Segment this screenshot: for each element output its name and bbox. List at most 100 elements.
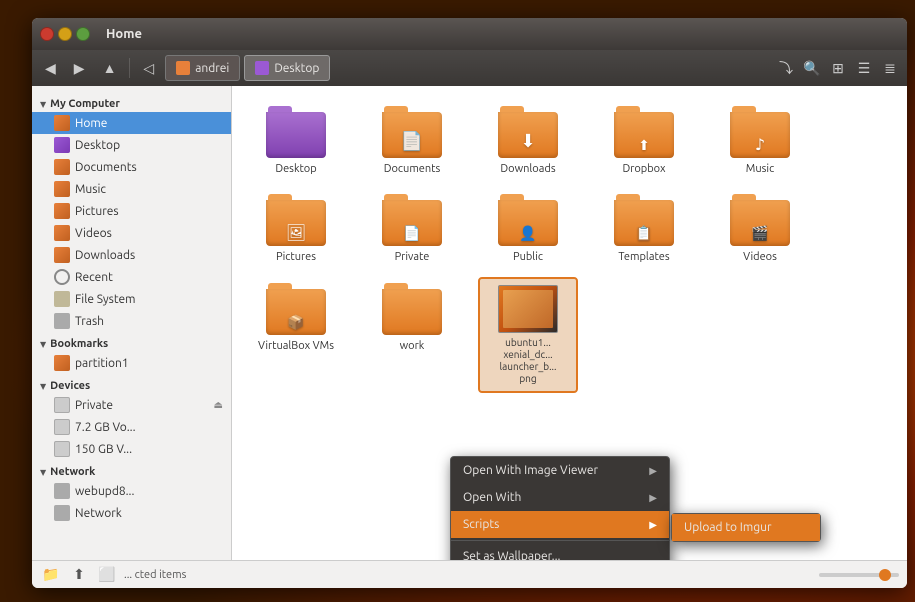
sidebar-item-72gb-label: 7.2 GB Vo... [75, 421, 136, 434]
folder-body: 📄 [382, 112, 442, 158]
downloads-folder-icon: ⬇ [498, 106, 558, 158]
location-tab-andrei[interactable]: andrei [165, 55, 240, 81]
desktop-folder-icon [266, 106, 326, 158]
folder-videos[interactable]: 🎬 Videos [710, 188, 810, 270]
back-button[interactable]: ◀ [38, 55, 63, 81]
sidebar-section-my-computer[interactable]: ▼ My Computer [32, 92, 231, 112]
statusbar: 📁 ⬆ ⬜ ... cted items [32, 560, 907, 588]
folder-work-label: work [400, 339, 425, 353]
minimize-button[interactable] [58, 27, 72, 41]
compact-button[interactable]: ⤵ [775, 57, 797, 79]
folder-overlay: 👤 [519, 225, 536, 242]
screenshot-label: ubuntu1...xenial_dc...launcher_b...png [500, 337, 557, 385]
sidebar-item-music[interactable]: Music [32, 178, 231, 200]
cm-set-wallpaper[interactable]: Set as Wallpaper... [451, 543, 669, 560]
context-submenu: Upload to Imgur [671, 513, 821, 542]
statusbar-icon-btn-3[interactable]: ⬜ [96, 564, 118, 586]
documents-icon [54, 159, 70, 175]
folder-pictures[interactable]: 🖼 Pictures [246, 188, 346, 270]
toggle-button[interactable]: ◁ [136, 55, 161, 81]
statusbar-icon-btn-1[interactable]: 📁 [40, 564, 62, 586]
folder-videos-label: Videos [743, 250, 777, 264]
toolbar-right: ⤵ 🔍 ⊞ ☰ ≣ [775, 57, 901, 79]
location-tab-desktop-label: Desktop [274, 62, 319, 75]
sidebar-item-downloads[interactable]: Downloads [32, 244, 231, 266]
statusbar-selected-text: ... [124, 569, 135, 581]
folder-virtualbox[interactable]: 📦 VirtualBox VMs [246, 277, 346, 393]
sidebar-section-bookmarks[interactable]: ▼ Bookmarks [32, 332, 231, 352]
sidebar-item-network[interactable]: Network [32, 502, 231, 524]
cm-open-image-viewer[interactable]: Open With Image Viewer ▶ [451, 457, 669, 484]
context-menu: Open With Image Viewer ▶ Open With ▶ Scr… [450, 456, 670, 560]
view-compact-button[interactable]: ≣ [879, 57, 901, 79]
sidebar-section-network[interactable]: ▼ Network [32, 460, 231, 480]
forward-button[interactable]: ▶ [67, 55, 92, 81]
folder-dropbox[interactable]: ⬆ Dropbox [594, 100, 694, 182]
sidebar-item-home[interactable]: Home [32, 112, 231, 134]
sidebar-item-150gb-label: 150 GB V... [75, 443, 132, 456]
sidebar-item-filesystem[interactable]: File System [32, 288, 231, 310]
folder-body: 🎬 [730, 200, 790, 246]
eject-icon[interactable]: ⏏ [214, 399, 223, 411]
zoom-slider[interactable] [819, 573, 899, 577]
folder-overlay: 📦 [287, 314, 304, 331]
slider-thumb[interactable] [879, 569, 891, 581]
sidebar-item-150gb[interactable]: 150 GB V... [32, 438, 231, 460]
folder-documents[interactable]: 📄 Documents [362, 100, 462, 182]
view-grid-button[interactable]: ⊞ [827, 57, 849, 79]
sidebar-item-private[interactable]: Private ⏏ [32, 394, 231, 416]
folder-overlay: 📄 [403, 225, 420, 242]
sidebar-item-desktop[interactable]: Desktop [32, 134, 231, 156]
main-area: ▼ My Computer Home Desktop Documents Mus… [32, 86, 907, 560]
andrei-icon [176, 61, 190, 75]
cm-scripts[interactable]: Scripts ▶ [451, 511, 669, 538]
sidebar-item-documents[interactable]: Documents [32, 156, 231, 178]
view-list-button[interactable]: ☰ [853, 57, 875, 79]
downloads-icon [54, 247, 70, 263]
slider-track[interactable] [819, 573, 899, 577]
sidebar-item-trash[interactable]: Trash [32, 310, 231, 332]
folder-work[interactable]: work [362, 277, 462, 393]
close-button[interactable] [40, 27, 54, 41]
sidebar-item-72gb[interactable]: 7.2 GB Vo... [32, 416, 231, 438]
cm-open-with[interactable]: Open With ▶ [451, 484, 669, 511]
cm-divider-1 [451, 540, 669, 541]
folder-desktop[interactable]: Desktop [246, 100, 346, 182]
up-button[interactable]: ▲ [96, 55, 124, 81]
location-tab-andrei-label: andrei [195, 62, 229, 75]
file-screenshot[interactable]: ubuntu1...xenial_dc...launcher_b...png [478, 277, 578, 393]
sidebar-item-desktop-label: Desktop [75, 139, 120, 152]
folder-public[interactable]: 👤 Public [478, 188, 578, 270]
folder-body: ♪ [730, 112, 790, 158]
desktop-sidebar-icon [54, 137, 70, 153]
maximize-button[interactable] [76, 27, 90, 41]
sidebar-item-partition1-label: partition1 [75, 357, 129, 370]
music-folder-icon: ♪ [730, 106, 790, 158]
sidebar: ▼ My Computer Home Desktop Documents Mus… [32, 86, 232, 560]
webupd8-icon [54, 483, 70, 499]
statusbar-icon-btn-2[interactable]: ⬆ [68, 564, 90, 586]
sidebar-section-devices[interactable]: ▼ Devices [32, 374, 231, 394]
sidebar-item-videos[interactable]: Videos [32, 222, 231, 244]
72gb-icon [54, 419, 70, 435]
submenu-upload-imgur[interactable]: Upload to Imgur [672, 514, 820, 541]
sidebar-item-recent-label: Recent [75, 271, 113, 284]
150gb-icon [54, 441, 70, 457]
folder-downloads[interactable]: ⬇ Downloads [478, 100, 578, 182]
folder-music[interactable]: ♪ Music [710, 100, 810, 182]
sidebar-item-private-label: Private [75, 399, 113, 412]
trash-icon [54, 313, 70, 329]
sidebar-item-recent[interactable]: Recent [32, 266, 231, 288]
cm-arrow-icon-1: ▶ [649, 492, 657, 504]
search-button[interactable]: 🔍 [801, 57, 823, 79]
folder-body: 👤 [498, 200, 558, 246]
folder-private-label: Private [395, 250, 430, 264]
sidebar-section-network-label: Network [50, 466, 95, 478]
music-icon [54, 181, 70, 197]
sidebar-item-partition1[interactable]: partition1 [32, 352, 231, 374]
sidebar-item-pictures[interactable]: Pictures [32, 200, 231, 222]
sidebar-item-webupd8[interactable]: webupd8... [32, 480, 231, 502]
location-tab-desktop[interactable]: Desktop [244, 55, 330, 81]
folder-templates[interactable]: 📋 Templates [594, 188, 694, 270]
folder-private[interactable]: 📄 Private [362, 188, 462, 270]
